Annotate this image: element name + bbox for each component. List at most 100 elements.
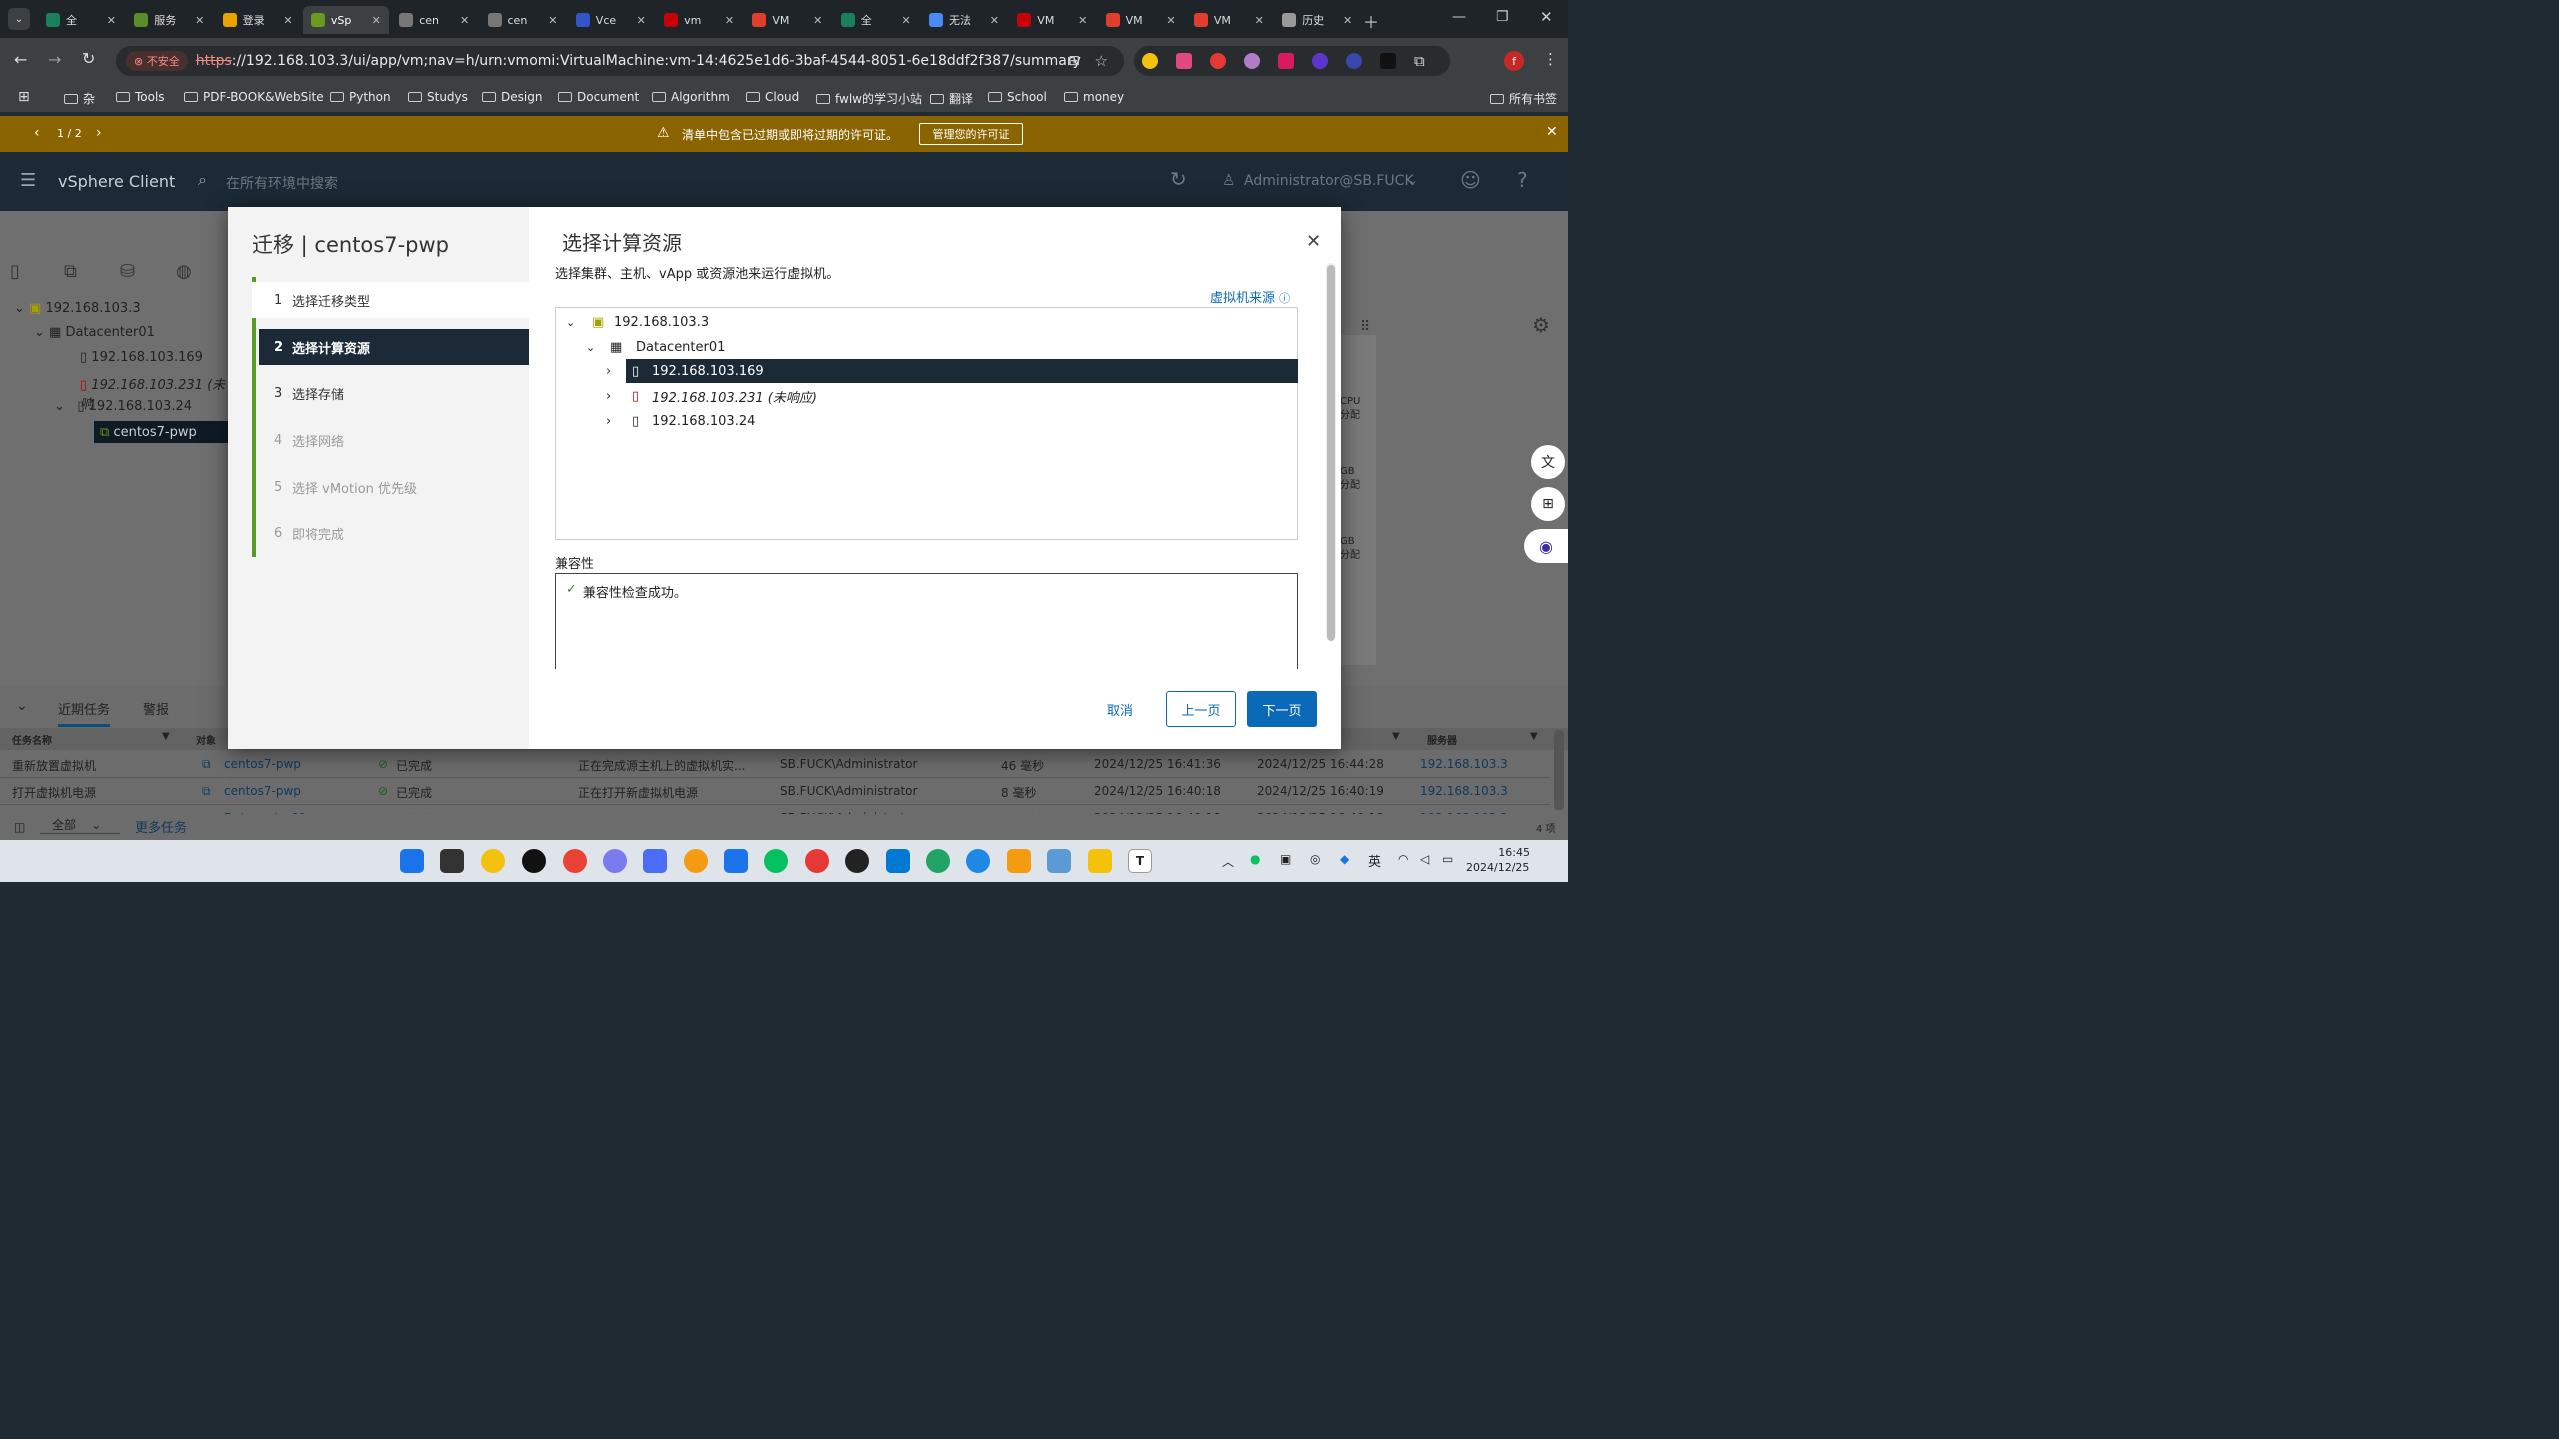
bookmark-item[interactable]: Document	[558, 90, 639, 104]
tray-icon[interactable]: ◎	[1310, 852, 1320, 866]
bookmark-item[interactable]: Algorithm	[652, 90, 730, 104]
table-row[interactable]: 打开虚拟机电源 ⧉ centos7-pwp ⊘ 已完成 正在打开新虚拟机电源 SB.FUCK…	[0, 779, 1550, 805]
browser-tab[interactable]: vSp ✕	[302, 6, 389, 34]
menu-icon[interactable]: ⋮	[1543, 50, 1558, 68]
tree-host-selected[interactable]: › ▯ 192.168.103.169	[606, 359, 764, 383]
app-icon[interactable]	[481, 849, 505, 873]
table-cell[interactable]: ⧉ centos7-pwp	[202, 757, 301, 771]
close-icon[interactable]: ✕	[1546, 124, 1558, 140]
app-icon[interactable]	[1007, 849, 1031, 873]
tree-host[interactable]: ⌄ ▯ 192.168.103.24	[54, 399, 192, 414]
app-icon[interactable]	[724, 849, 748, 873]
col-server[interactable]: 服务器	[1427, 732, 1457, 747]
user-menu[interactable]: Administrator@SB.FUCK	[1244, 173, 1414, 189]
browser-tab[interactable]: VM ✕	[1098, 6, 1184, 34]
close-tab-icon[interactable]: ✕	[725, 14, 734, 27]
bookmark-item[interactable]: Python	[330, 90, 391, 104]
table-cell[interactable]: ⧉ centos7-pwp	[202, 784, 301, 798]
panel-toggle-icon[interactable]: ◫	[14, 820, 25, 834]
app-icon[interactable]	[603, 849, 627, 873]
app-icon[interactable]	[643, 849, 667, 873]
extension-icon[interactable]	[1278, 53, 1294, 69]
ime-indicator[interactable]: 英	[1368, 851, 1381, 870]
browser-tab[interactable]: 服务 ✕	[126, 6, 212, 34]
close-tab-icon[interactable]: ✕	[637, 14, 646, 27]
close-tab-icon[interactable]: ✕	[813, 14, 822, 27]
browser-tab[interactable]: vm ✕	[656, 6, 742, 34]
close-tab-icon[interactable]: ✕	[990, 14, 999, 27]
browser-tab[interactable]: 全 ✕	[833, 6, 919, 34]
smiley-icon[interactable]: ☺	[1460, 168, 1481, 192]
app-icon[interactable]	[845, 849, 869, 873]
close-tab-icon[interactable]: ✕	[901, 14, 910, 27]
vm-origin-link[interactable]: 虚拟机来源 ⓘ	[1210, 287, 1290, 306]
app-icon[interactable]	[522, 849, 546, 873]
browser-tab[interactable]: 历史 ✕	[1274, 6, 1360, 34]
collapse-chevron-icon[interactable]: ⌄	[16, 698, 28, 714]
tree-host[interactable]: › ▯ 192.168.103.231 (未响应)	[606, 384, 817, 408]
tree-datacenter[interactable]: ⌄ ▦ Datacenter01	[586, 335, 725, 359]
wechat-icon[interactable]	[764, 849, 788, 873]
translate-float-icon[interactable]: 文	[1531, 445, 1565, 479]
filter-icon[interactable]: ▼	[1530, 731, 1538, 742]
chrome-icon[interactable]	[563, 849, 587, 873]
table-row[interactable]: 重新放置虚拟机 ⧉ centos7-pwp ⊘ 已完成 正在完成源主机上的虚拟机实... S…	[0, 752, 1550, 778]
music-icon[interactable]	[805, 849, 829, 873]
tree-host[interactable]: ▯ 192.168.103.169	[80, 350, 203, 365]
global-search-input[interactable]: 在所有环境中搜索	[226, 173, 338, 193]
close-window-icon[interactable]: ✕	[1540, 8, 1553, 26]
tab-recent-tasks[interactable]: 近期任务	[58, 699, 111, 727]
translate-icon[interactable]: ⊞	[1068, 53, 1080, 69]
app-icon[interactable]	[926, 849, 950, 873]
browser-tab[interactable]: VM ✕	[744, 6, 830, 34]
col-task-name[interactable]: 任务名称	[12, 732, 52, 747]
minimize-icon[interactable]: —	[1452, 9, 1466, 25]
browser-tab[interactable]: Vce ✕	[568, 6, 654, 34]
task-view-icon[interactable]	[440, 849, 464, 873]
next-button[interactable]: 下一页	[1247, 691, 1317, 727]
explorer-icon[interactable]	[1088, 849, 1112, 873]
tree-host[interactable]: › ▯ 192.168.103.24	[606, 409, 755, 433]
scrollbar[interactable]	[1326, 263, 1336, 641]
filter-icon[interactable]: ▼	[1392, 731, 1400, 742]
app-icon[interactable]	[1047, 849, 1071, 873]
grid-float-icon[interactable]: ⊞	[1531, 487, 1565, 521]
close-tab-icon[interactable]: ✕	[1166, 14, 1175, 27]
assistant-float-icon[interactable]: ◉	[1524, 529, 1568, 563]
storage-icon[interactable]: ⛁	[120, 261, 135, 282]
typora-icon[interactable]: T	[1128, 849, 1152, 873]
more-tasks-link[interactable]: 更多任务	[135, 817, 187, 836]
tree-vcenter[interactable]: ⌄ ▣ 192.168.103.3	[566, 310, 709, 334]
tray-chevron-icon[interactable]: ︿	[1222, 853, 1234, 870]
tree-vcenter[interactable]: ⌄ ▣ 192.168.103.3	[14, 301, 141, 316]
apps-grid-icon[interactable]: ⊞	[18, 89, 30, 105]
close-tab-icon[interactable]: ✕	[283, 14, 292, 27]
step-2[interactable]: 2 选择计算资源	[259, 329, 529, 365]
extension-icon[interactable]	[1346, 53, 1362, 69]
puzzle-icon[interactable]: ⧉	[1414, 52, 1425, 70]
tree-vm-selected[interactable]: ⧉ centos7-pwp	[94, 421, 230, 443]
browser-tab[interactable]: cen ✕	[480, 6, 566, 34]
scrollbar[interactable]	[1554, 730, 1564, 810]
clock-date[interactable]: 2024/12/25	[1466, 861, 1529, 874]
gear-icon[interactable]: ⚙	[1532, 313, 1550, 337]
forward-icon[interactable]: →	[48, 50, 61, 69]
star-icon[interactable]: ☆	[1095, 52, 1108, 70]
cancel-button[interactable]: 取消	[1096, 691, 1144, 727]
close-tab-icon[interactable]: ✕	[548, 14, 557, 27]
tray-icon[interactable]: ▣	[1280, 852, 1291, 866]
bookmark-item[interactable]: Cloud	[746, 90, 799, 104]
refresh-icon[interactable]: ↻	[1170, 167, 1187, 191]
bookmark-item[interactable]: fwlw的学习小站	[816, 90, 922, 107]
vms-templates-icon[interactable]: ⧉	[64, 261, 77, 282]
bookmark-item[interactable]: School	[988, 90, 1047, 104]
tab-search-icon[interactable]: ⌄	[8, 8, 30, 30]
close-tab-icon[interactable]: ✕	[1255, 14, 1264, 27]
extension-icon[interactable]	[1380, 53, 1396, 69]
table-cell[interactable]: 192.168.103.3	[1420, 784, 1508, 798]
prev-icon[interactable]: ‹	[34, 125, 40, 141]
network-icon[interactable]: ◍	[176, 261, 192, 282]
back-button[interactable]: 上一页	[1166, 691, 1236, 727]
tray-icon[interactable]: ◆	[1340, 852, 1349, 866]
help-icon[interactable]: ?	[1517, 168, 1528, 192]
